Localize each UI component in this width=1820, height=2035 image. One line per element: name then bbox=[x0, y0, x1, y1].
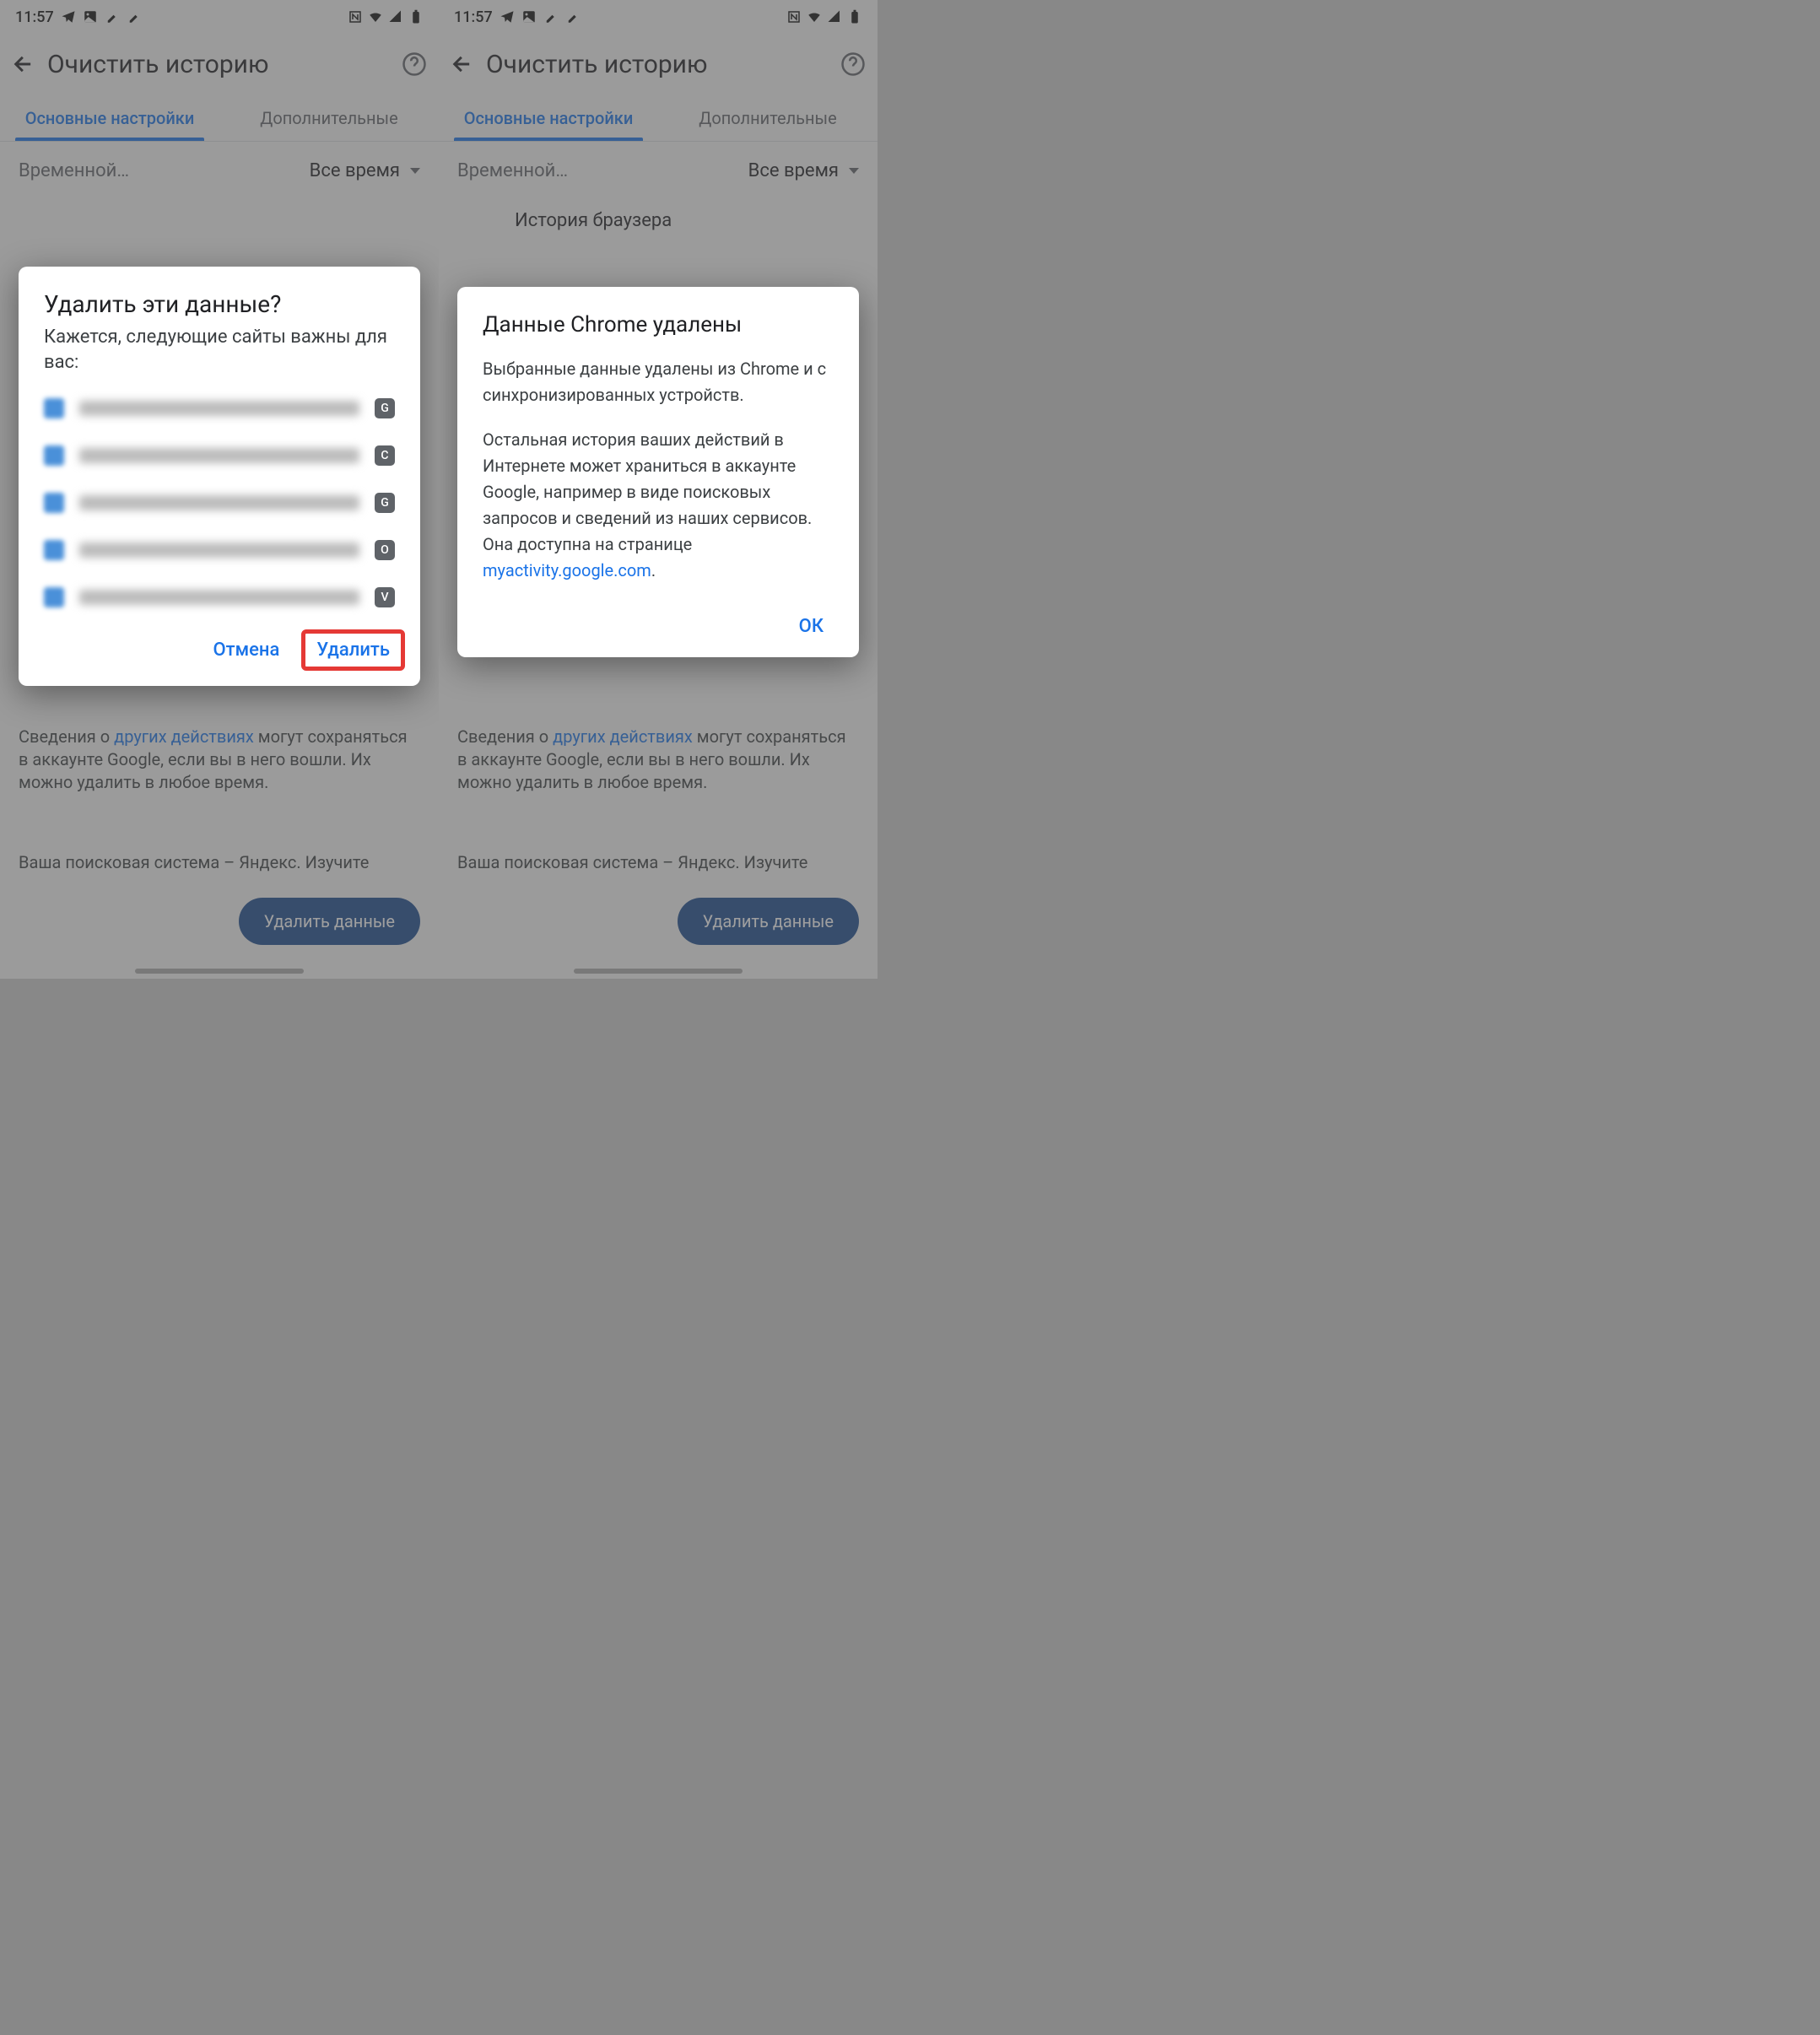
site-badge: O bbox=[375, 540, 395, 560]
site-name bbox=[79, 495, 359, 510]
site-badge: C bbox=[375, 445, 395, 466]
confirm-delete-dialog: Удалить эти данные? Кажется, следующие с… bbox=[19, 267, 420, 686]
favicon-icon bbox=[44, 540, 64, 560]
site-row[interactable]: G bbox=[19, 479, 420, 526]
site-badge: G bbox=[375, 398, 395, 418]
confirm-delete-button[interactable]: Удалить bbox=[301, 629, 405, 671]
site-name bbox=[79, 448, 359, 463]
cancel-button[interactable]: Отмена bbox=[198, 629, 295, 671]
deleted-info-dialog: Данные Chrome удалены Выбранные данные у… bbox=[457, 287, 859, 657]
phone-right: 11:57 Очистить историю Основные настройк… bbox=[439, 0, 878, 979]
site-name bbox=[79, 542, 359, 558]
dialog-subtitle: Кажется, следующие сайты важны для вас: bbox=[19, 325, 420, 385]
favicon-icon bbox=[44, 587, 64, 607]
favicon-icon bbox=[44, 445, 64, 466]
ok-button[interactable]: ОК bbox=[789, 609, 834, 644]
site-name bbox=[79, 401, 359, 416]
favicon-icon bbox=[44, 493, 64, 513]
dialog-title: Данные Chrome удалены bbox=[483, 312, 834, 337]
favicon-icon bbox=[44, 398, 64, 418]
site-badge: G bbox=[375, 493, 395, 513]
site-row[interactable]: V bbox=[19, 574, 420, 621]
site-row[interactable]: C bbox=[19, 432, 420, 479]
site-name bbox=[79, 590, 359, 605]
phone-left: 11:57 Очистить историю Основные настройк… bbox=[0, 0, 439, 979]
dialog-body: Выбранные данные удалены из Chrome и с с… bbox=[483, 356, 834, 584]
myactivity-link[interactable]: myactivity.google.com bbox=[483, 560, 651, 580]
dialog-title: Удалить эти данные? bbox=[19, 290, 420, 325]
site-row[interactable]: G bbox=[19, 385, 420, 432]
site-row[interactable]: O bbox=[19, 526, 420, 574]
site-badge: V bbox=[375, 587, 395, 607]
